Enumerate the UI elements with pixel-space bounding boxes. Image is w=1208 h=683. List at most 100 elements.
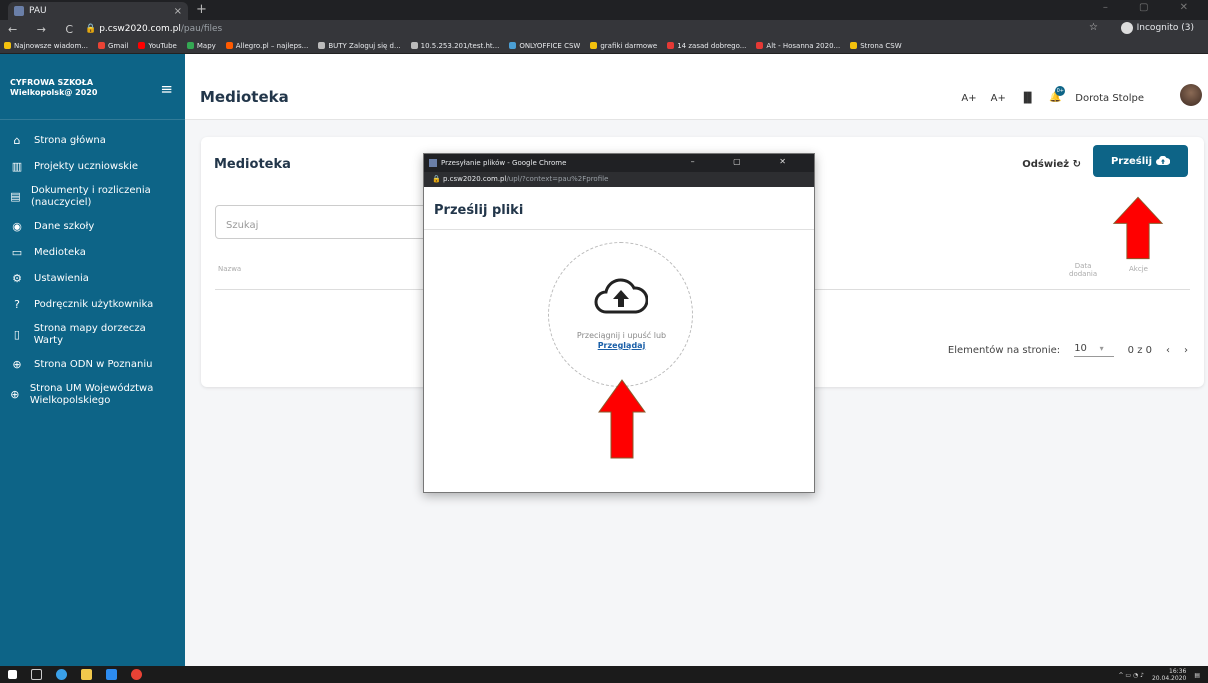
bookmark-icon [590, 42, 598, 49]
avatar[interactable] [1180, 84, 1202, 106]
popup-window-controls[interactable]: – ▢ ✕ [691, 157, 804, 166]
sidebar-item-label: Medioteka [34, 247, 86, 258]
sidebar-item[interactable]: ? Podręcznik użytkownika [0, 292, 185, 318]
popup-title: Przesyłanie plików - Google Chrome [441, 159, 567, 167]
bookmark-item[interactable]: grafiki darmowe [590, 42, 657, 50]
bookmark-icon [756, 42, 764, 49]
bookmark-item[interactable]: Alt - Hosanna 2020... [756, 42, 840, 50]
bookmark-item[interactable]: 10.5.253.201/test.ht... [410, 41, 500, 50]
file-explorer-icon[interactable] [81, 669, 92, 680]
nav-buttons[interactable]: ← → C [8, 23, 81, 36]
bookmark-item[interactable]: ONLYOFFICE CSW [509, 42, 580, 50]
home-icon: ⌂ [13, 134, 21, 147]
sidebar-item[interactable]: ⊕ Strona ODN w Poznaniu [0, 352, 185, 378]
incognito-label: Incognito (3) [1136, 23, 1194, 33]
globe-icon: ⊕ [10, 388, 20, 401]
bookmark-icon [509, 42, 517, 49]
bookmark-item[interactable]: Gmail [97, 41, 129, 50]
next-page-button[interactable]: › [1184, 345, 1188, 356]
popup-favicon-icon [429, 159, 437, 167]
browse-link[interactable]: Przeglądaj [549, 341, 694, 351]
hamburger-menu-icon[interactable]: ≡ [160, 80, 173, 98]
popup-address: 🔒 p.csw2020.com.pl/upl/?context=pau%2Fpr… [424, 172, 814, 187]
bookmark-icon [850, 42, 858, 49]
sidebar-item[interactable]: ⊕ Strona UM Województwa Wielkopolskiego [0, 378, 185, 412]
bookmark-item[interactable]: YouTube [138, 42, 177, 50]
bookmark-label: 10.5.253.201/test.ht... [420, 41, 500, 50]
sidebar: CYFROWA SZKOŁA Wielkopolsk@ 2020 ≡ ⌂ Stro… [0, 54, 185, 666]
window-controls[interactable]: – ▢ ✕ [1103, 2, 1202, 13]
user-name[interactable]: Dorota Stolpe [1075, 93, 1144, 104]
sidebar-item[interactable]: ▥ Projekty uczniowskie [0, 154, 185, 180]
drop-instruction: Przeciągnij i upuść lub [576, 331, 667, 340]
gear-icon: ⚙ [12, 272, 22, 285]
column-date-l1: Data [1074, 262, 1092, 270]
sidebar-item-label: Dane szkoły [34, 221, 95, 232]
bookmark-item[interactable]: 14 zasad dobrego... [667, 42, 746, 50]
sidebar-item[interactable]: ▤ Dokumenty i rozliczenia (nauczyciel) [0, 180, 185, 214]
task-view-icon[interactable] [31, 669, 42, 680]
sidebar-item[interactable]: ◉ Dane szkoły [0, 214, 185, 240]
sidebar-item[interactable]: ▭ Medioteka [0, 240, 185, 266]
bookmark-icon [318, 42, 326, 49]
sidebar-item[interactable]: ⌂ Strona główna [0, 128, 185, 154]
address-bar[interactable]: 🔒 p.csw2020.com.pl/pau/files [85, 24, 222, 34]
column-date[interactable]: Data dodania [1069, 262, 1097, 278]
bookmarks-bar: Najnowsze wiadom... Gmail YouTube Mapy Alleg… [0, 38, 1208, 54]
sidebar-item[interactable]: ▯ Strona mapy dorzecza Warty [0, 318, 185, 352]
contrast-icon[interactable]: ▐▌ [1020, 93, 1035, 104]
tray-icons[interactable]: ^ ▭ ◔ ♪ [1118, 672, 1143, 679]
bookmark-item[interactable]: Allegro.pl – najleps... [225, 41, 309, 50]
bookmark-label: Allegro.pl – najleps... [235, 41, 309, 50]
popup-titlebar: Przesyłanie plików - Google Chrome – ▢ ✕ [424, 154, 814, 172]
folder-icon: ▭ [11, 246, 23, 259]
chart-icon: ▥ [11, 160, 23, 173]
column-name[interactable]: Nazwa [218, 265, 241, 273]
bookmark-item[interactable]: BUTY Zaloguj się d... [318, 42, 401, 50]
new-tab-button[interactable]: + [196, 2, 207, 17]
tab-close-icon[interactable]: × [174, 6, 182, 17]
bookmark-item[interactable]: Mapy [186, 42, 216, 50]
bookmark-label: ONLYOFFICE CSW [519, 41, 581, 50]
incognito-profile[interactable]: Incognito (3) [1120, 22, 1194, 34]
column-date-l2: dodania [1069, 270, 1098, 278]
font-increase-2-button[interactable]: A+ [991, 93, 1006, 104]
bookmark-item[interactable]: Strona CSW [850, 42, 902, 50]
sidebar-item-label: Podręcznik użytkownika [34, 299, 154, 310]
brand-line1: CYFROWA SZKOŁA [10, 78, 94, 87]
refresh-label: Odśwież [1022, 159, 1070, 170]
bookmark-icon [667, 42, 675, 49]
file-dropzone[interactable]: Przeciągnij i upuść lub Przeglądaj [548, 242, 693, 387]
brand-logo[interactable]: CYFROWA SZKOŁA Wielkopolsk@ 2020 [0, 54, 185, 120]
incognito-icon [1120, 22, 1133, 34]
bookmark-star-icon[interactable]: ☆ [1089, 22, 1098, 33]
bookmark-label: 14 zasad dobrego... [677, 41, 747, 50]
sidebar-item-label: Strona UM Województwa Wielkopolskiego [29, 383, 154, 406]
search-input[interactable]: Szukaj [215, 205, 435, 239]
popup-lock-icon: 🔒 [432, 175, 443, 183]
edge-icon[interactable] [56, 669, 67, 680]
bookmark-label: Gmail [107, 41, 129, 50]
per-page-value: 10 [1074, 343, 1087, 354]
upload-button[interactable]: Prześlij [1093, 145, 1188, 177]
bookmark-item[interactable]: Najnowsze wiadom... [4, 42, 88, 50]
bookmark-icon [138, 42, 146, 49]
sidebar-item-label: Strona ODN w Poznaniu [34, 359, 153, 370]
font-increase-button[interactable]: A+ [961, 93, 976, 104]
sidebar-item-label: Dokumenty i rozliczenia (nauczyciel) [30, 185, 151, 208]
page-title: Medioteka [200, 88, 289, 106]
windows-start-icon[interactable] [8, 670, 17, 679]
notifications-icon[interactable]: ▤ [1194, 672, 1200, 679]
mail-icon[interactable] [106, 669, 117, 680]
paginator: Elementów na stronie: 10 ▾ 0 z 0 ‹ › [948, 343, 1188, 357]
per-page-select[interactable]: 10 ▾ [1074, 343, 1114, 357]
sidebar-item[interactable]: ⚙ Ustawienia [0, 266, 185, 292]
clock[interactable]: 16:36 20.04.2020 [1152, 668, 1186, 682]
help-icon: ? [14, 298, 20, 311]
prev-page-button[interactable]: ‹ [1166, 345, 1170, 356]
browser-tab[interactable]: PAU × [8, 2, 188, 20]
refresh-button[interactable]: Odśwież ↻ [1022, 159, 1081, 170]
chrome-icon[interactable] [131, 669, 142, 680]
notification-bell-icon[interactable]: 🔔 0+ [1049, 86, 1066, 104]
sidebar-item-label: Projekty uczniowskie [34, 161, 139, 172]
